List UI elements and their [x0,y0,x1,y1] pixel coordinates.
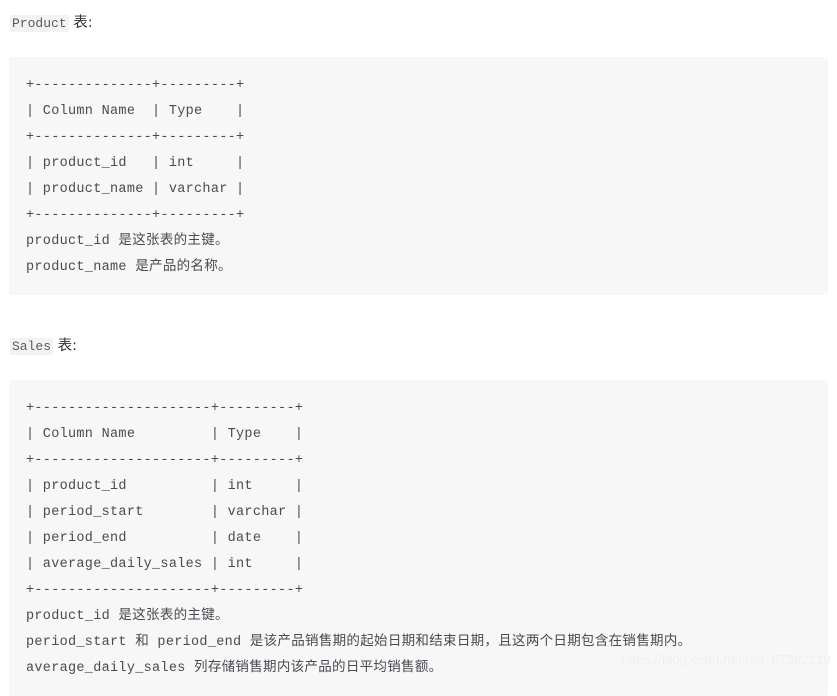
product-note-name: product_name 是产品的名称。 [26,260,232,275]
document-page: Product 表: +--------------+---------+ | … [0,0,837,696]
product-schema-ascii-table: +--------------+---------+ | Column Name… [26,78,245,223]
top-spacer [0,0,837,12]
sales-heading-suffix: 表: [53,338,78,354]
product-note-primary-key: product_id 是这张表的主键。 [26,234,229,249]
product-table-name-code: Product [10,15,69,32]
sales-code-block: +---------------------+---------+ | Colu… [9,380,828,696]
sales-note-average-daily-sales: average_daily_sales 列存储销售期内该产品的日平均销售额。 [26,661,443,676]
product-code-block: +--------------+---------+ | Column Name… [9,57,828,295]
product-heading-suffix: 表: [68,15,93,31]
sales-table-name-code: Sales [10,338,54,355]
heading-gap-1 [0,35,837,57]
sales-note-period: period_start 和 period_end 是该产品销售期的起始日期和结… [26,635,692,650]
product-section-heading: Product 表: [0,12,837,35]
sales-section-heading: Sales 表: [0,335,837,358]
sales-schema-ascii-table: +---------------------+---------+ | Colu… [26,401,304,598]
sales-note-primary-key: product_id 是这张表的主键。 [26,609,229,624]
heading-gap-2 [0,358,837,380]
